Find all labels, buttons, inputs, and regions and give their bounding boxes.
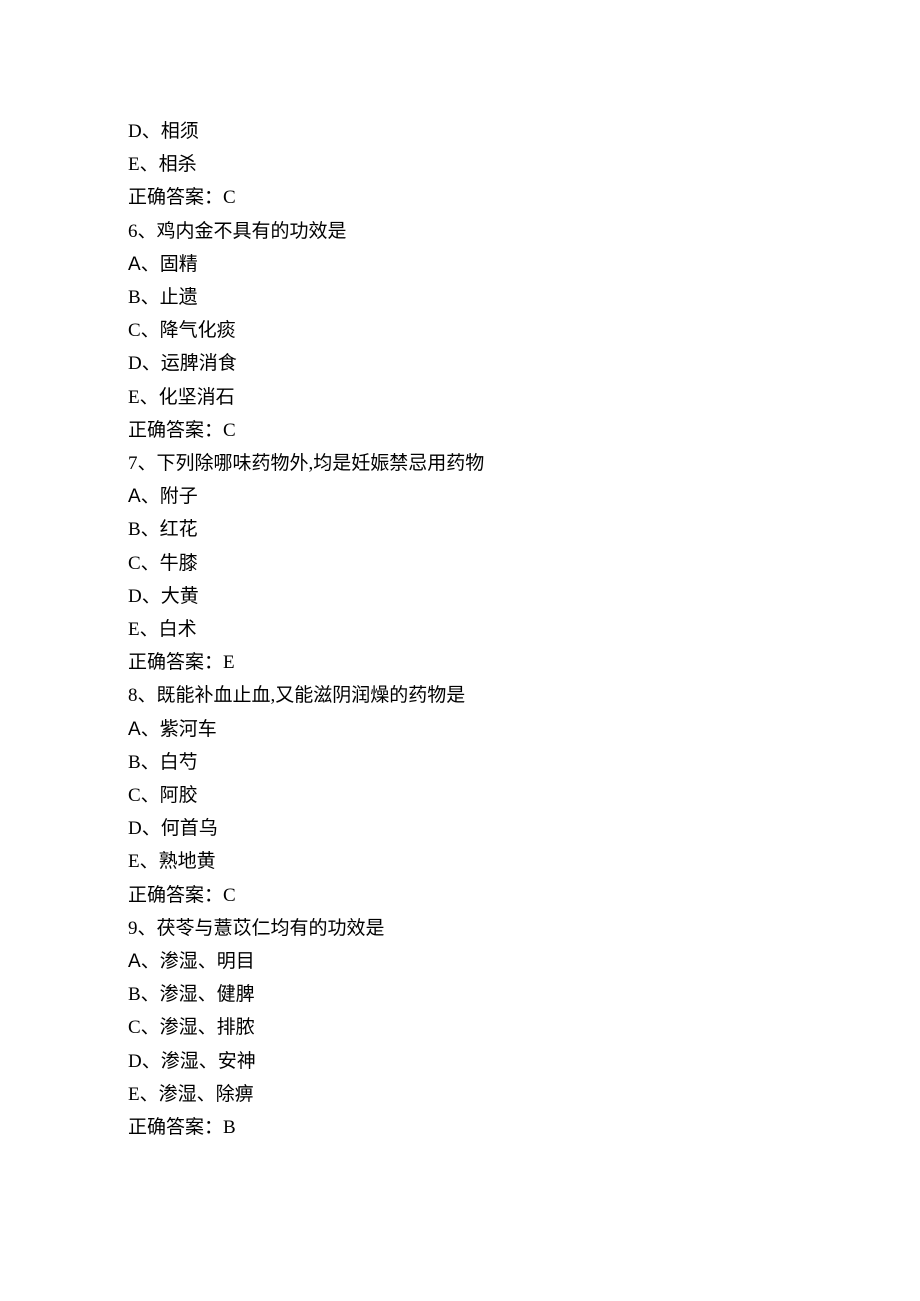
line: E、化坚消石 (128, 381, 788, 414)
option-text: 、附子 (141, 486, 198, 507)
line: A、紫河车 (128, 713, 788, 746)
line: 正确答案：C (128, 879, 788, 912)
line: 6、鸡内金不具有的功效是 (128, 215, 788, 248)
line: A、固精 (128, 248, 788, 281)
option-label: A (128, 719, 141, 740)
line: E、熟地黄 (128, 845, 788, 878)
line: C、牛膝 (128, 547, 788, 580)
line: D、运脾消食 (128, 347, 788, 380)
line: C、渗湿、排脓 (128, 1011, 788, 1044)
line: D、大黄 (128, 580, 788, 613)
line: 正确答案：E (128, 646, 788, 679)
line: B、红花 (128, 513, 788, 546)
line: 正确答案：C (128, 181, 788, 214)
line: 正确答案：C (128, 414, 788, 447)
document-page: D、相须 E、相杀 正确答案：C 6、鸡内金不具有的功效是 A、固精 B、止遗 … (0, 0, 788, 1144)
option-label: A (128, 486, 141, 507)
line: B、渗湿、健脾 (128, 978, 788, 1011)
line: B、止遗 (128, 281, 788, 314)
option-text: 、紫河车 (141, 719, 217, 740)
option-label: A (128, 951, 141, 972)
line: B、白芍 (128, 746, 788, 779)
line: E、渗湿、除痹 (128, 1078, 788, 1111)
line: C、阿胶 (128, 779, 788, 812)
line: D、渗湿、安神 (128, 1045, 788, 1078)
line: E、相杀 (128, 148, 788, 181)
line: E、白术 (128, 613, 788, 646)
line: 7、下列除哪味药物外,均是妊娠禁忌用药物 (128, 447, 788, 480)
option-text: 、固精 (141, 254, 198, 275)
line: D、相须 (128, 115, 788, 148)
line: 正确答案：B (128, 1111, 788, 1144)
line: C、降气化痰 (128, 314, 788, 347)
line: A、渗湿、明目 (128, 945, 788, 978)
line: D、何首乌 (128, 812, 788, 845)
line: A、附子 (128, 480, 788, 513)
option-text: 、渗湿、明目 (141, 951, 255, 972)
option-label: A (128, 254, 141, 275)
line: 8、既能补血止血,又能滋阴润燥的药物是 (128, 679, 788, 712)
line: 9、茯苓与薏苡仁均有的功效是 (128, 912, 788, 945)
